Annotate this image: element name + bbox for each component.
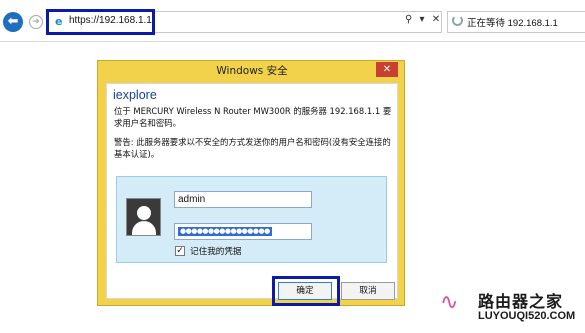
user-avatar-icon [126,198,161,236]
username-field[interactable]: admin [174,191,312,208]
forward-arrow-icon[interactable]: ➔ [29,15,43,29]
address-controls[interactable]: ⚲ ▾ ✕ [405,14,442,25]
watermark-title: 路由器之家 [478,292,564,311]
address-highlight-box [46,9,155,35]
watermark-url: LUYOUQI520.COM [478,310,576,322]
close-icon[interactable]: ✕ [376,62,398,77]
tab-title[interactable]: 正在等待 192.168.1.1 [467,15,558,29]
password-mask: ●●●●●●●●●●●●●●●● [178,227,272,236]
back-arrow-icon[interactable]: ⬅ [3,12,23,32]
watermark-logo-icon: ∿ [440,290,459,315]
remember-label[interactable]: 记住我的凭据 [190,245,242,257]
dialog-warning: 警告: 此服务器要求以不安全的方式发送你的用户名和密码(没有安全连接的基本认证)… [114,137,391,159]
loading-spinner-icon [452,15,463,26]
cancel-button[interactable]: 取消 [341,282,395,300]
password-field[interactable]: ●●●●●●●●●●●●●●●● [174,223,312,240]
remember-checkbox[interactable]: ✓ [175,246,185,256]
dialog-app-name: iexplore [113,88,157,102]
dialog-message: 位于 MERCURY Wireless N Router MW300R 的服务器… [114,106,392,128]
ok-highlight-box [272,276,340,306]
dialog-title: Windows 安全 [216,65,288,77]
